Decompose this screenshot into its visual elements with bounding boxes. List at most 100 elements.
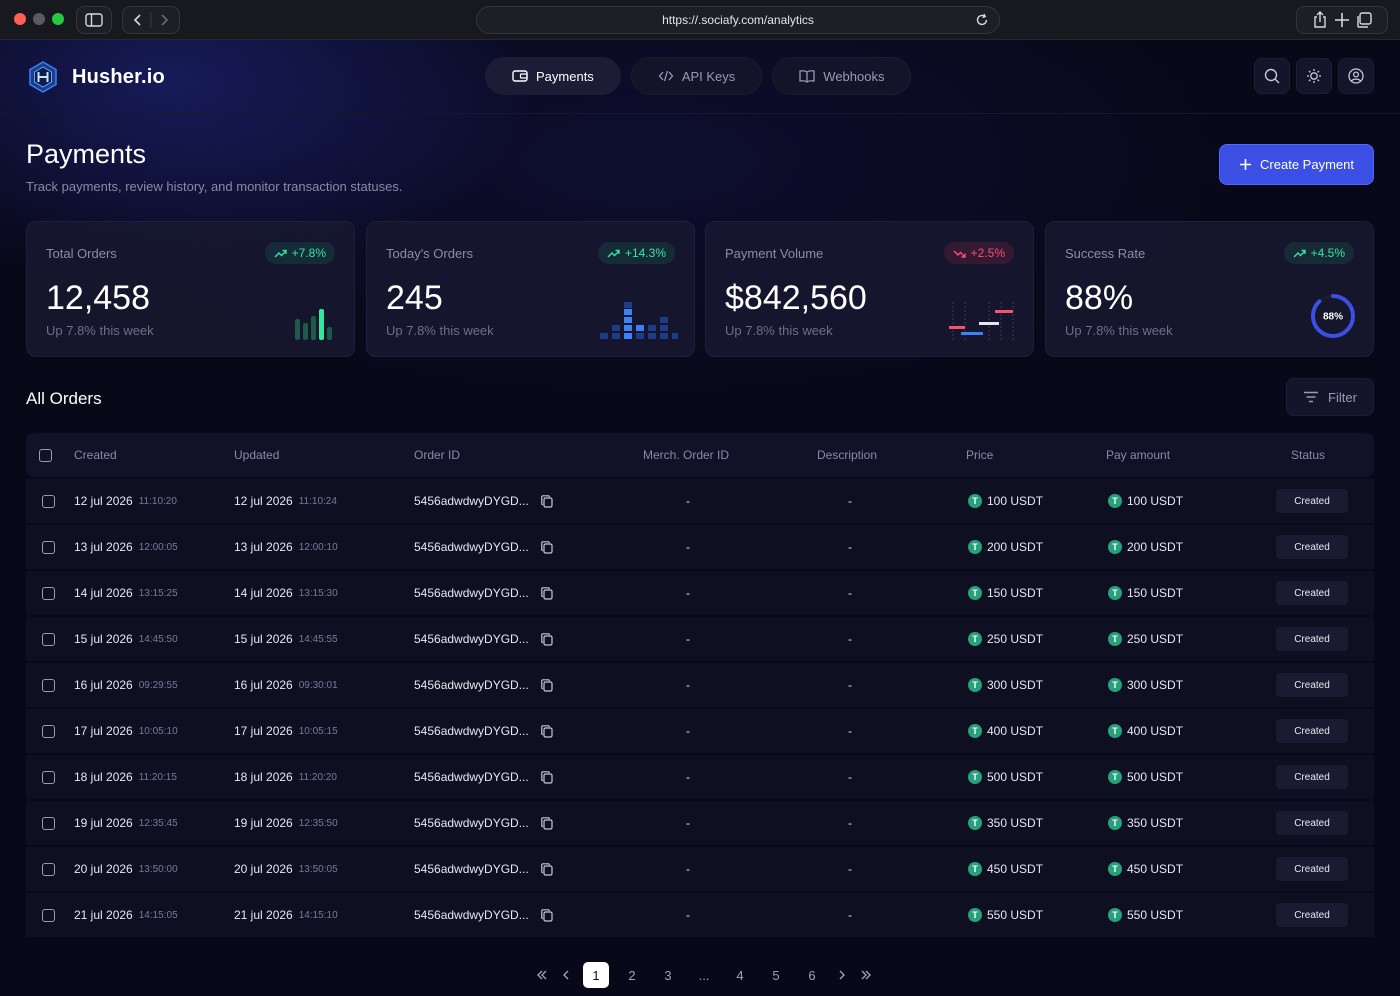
updated-cell: 12 jul 2026 11:10:24 [234,479,337,523]
row-checkbox[interactable] [42,586,55,600]
row-checkbox[interactable] [42,632,55,646]
select-all-checkbox[interactable] [39,448,52,462]
table-row[interactable]: 20 jul 2026 13:50:00 20 jul 2026 13:50:0… [26,847,1374,891]
created-cell: 15 jul 2026 14:45:50 [74,617,178,661]
filter-button[interactable]: Filter [1286,378,1374,416]
row-checkbox[interactable] [42,908,55,922]
order-id-cell: 5456adwdwyDYGD... [414,893,553,937]
updated-time: 14:15:10 [298,909,338,921]
created-date: 13 jul 2026 [74,540,133,554]
copy-icon[interactable] [540,724,553,738]
copy-icon[interactable] [540,770,553,784]
page-ellipsis[interactable]: ... [686,962,722,988]
row-checkbox[interactable] [42,540,55,554]
tab-payments[interactable]: Payments [485,57,621,95]
row-checkbox[interactable] [42,494,55,508]
copy-icon[interactable] [540,908,553,922]
updated-date: 16 jul 2026 [234,678,293,692]
page-button[interactable]: 4 [722,962,758,988]
next-page-button[interactable] [830,962,854,988]
reload-icon[interactable] [975,13,989,27]
forward-icon[interactable] [158,13,170,27]
url-text: https://.sociafy.com/analytics [662,13,814,27]
sidebar-toggle-button[interactable] [76,6,112,34]
column-header[interactable]: Order ID [414,433,460,477]
pay-amount-cell: T 250 USDT [1108,617,1183,661]
column-header[interactable]: Merch. Order ID [643,433,729,477]
book-icon [799,70,815,83]
row-checkbox[interactable] [42,724,55,738]
updated-cell: 17 jul 2026 10:05:15 [234,709,338,753]
maximize-window-button[interactable] [52,13,64,25]
table-row[interactable]: 13 jul 2026 12:00:05 13 jul 2026 12:00:1… [26,525,1374,569]
table-row[interactable]: 21 jul 2026 14:15:05 21 jul 2026 14:15:1… [26,893,1374,937]
close-window-button[interactable] [14,13,26,25]
updated-cell: 16 jul 2026 09:30:01 [234,663,338,707]
row-checkbox[interactable] [42,770,55,784]
last-page-button[interactable] [854,962,878,988]
column-header[interactable]: Status [1291,433,1325,477]
price: 400 USDT [987,724,1044,738]
prev-page-button[interactable] [554,962,578,988]
updated-time: 10:05:15 [298,725,338,737]
created-time: 11:20:15 [138,771,177,783]
order-id: 5456adwdwyDYGD... [414,494,529,508]
search-button[interactable] [1254,58,1290,94]
order-id: 5456adwdwyDYGD... [414,632,529,646]
copy-icon[interactable] [540,678,553,692]
pay-amount-cell: T 350 USDT [1108,801,1183,845]
back-icon[interactable] [132,13,144,27]
new-tab-icon[interactable] [1334,12,1350,28]
column-header[interactable]: Description [817,433,877,477]
create-payment-button[interactable]: Create Payment [1219,144,1374,185]
copy-icon[interactable] [540,540,553,554]
created-cell: 18 jul 2026 11:20:15 [74,755,177,799]
theme-toggle-button[interactable] [1296,58,1332,94]
minimize-window-button[interactable] [33,13,45,25]
page-button[interactable]: 3 [650,962,686,988]
column-header[interactable]: Pay amount [1106,433,1170,477]
row-checkbox[interactable] [42,862,55,876]
table-row[interactable]: 12 jul 2026 11:10:20 12 jul 2026 11:10:2… [26,479,1374,523]
copy-icon[interactable] [540,632,553,646]
first-page-button[interactable] [530,962,554,988]
order-id: 5456adwdwyDYGD... [414,678,529,692]
table-row[interactable]: 19 jul 2026 12:35:45 19 jul 2026 12:35:5… [26,801,1374,845]
section-title: All Orders [26,389,102,408]
row-checkbox[interactable] [42,678,55,692]
page-button[interactable]: 5 [758,962,794,988]
history-nav [122,6,180,34]
address-bar[interactable]: https://.sociafy.com/analytics [476,6,1000,34]
table-row[interactable]: 15 jul 2026 14:45:50 15 jul 2026 14:45:5… [26,617,1374,661]
column-header[interactable]: Created [74,433,117,477]
sun-icon [1307,69,1321,83]
order-id-cell: 5456adwdwyDYGD... [414,617,553,661]
column-header[interactable]: Updated [234,433,279,477]
page-button[interactable]: 1 [583,962,609,988]
copy-icon[interactable] [540,816,553,830]
updated-time: 12:00:10 [298,541,338,553]
table-row[interactable]: 14 jul 2026 13:15:25 14 jul 2026 13:15:3… [26,571,1374,615]
page-button[interactable]: 2 [614,962,650,988]
share-icon[interactable] [1312,11,1328,29]
page-button[interactable]: 6 [794,962,830,988]
account-button[interactable] [1338,58,1374,94]
usdt-coin-icon: T [1108,494,1122,508]
brand[interactable]: Husher.io [26,60,165,94]
usdt-coin-icon: T [1108,586,1122,600]
table-row[interactable]: 17 jul 2026 10:05:10 17 jul 2026 10:05:1… [26,709,1374,753]
copy-icon[interactable] [540,862,553,876]
row-checkbox[interactable] [42,816,55,830]
copy-icon[interactable] [540,494,553,508]
table-row[interactable]: 16 jul 2026 09:29:55 16 jul 2026 09:30:0… [26,663,1374,707]
tabs-overview-icon[interactable] [1356,12,1372,28]
tab-webhooks[interactable]: Webhooks [772,57,912,95]
copy-icon[interactable] [540,586,553,600]
updated-cell: 15 jul 2026 14:45:55 [234,617,338,661]
column-header[interactable]: Price [966,433,993,477]
table-row[interactable]: 18 jul 2026 11:20:15 18 jul 2026 11:20:2… [26,755,1374,799]
tab-api-keys[interactable]: API Keys [630,57,763,95]
usdt-coin-icon: T [968,586,982,600]
order-id: 5456adwdwyDYGD... [414,908,529,922]
stat-label: Success Rate [1065,246,1146,261]
